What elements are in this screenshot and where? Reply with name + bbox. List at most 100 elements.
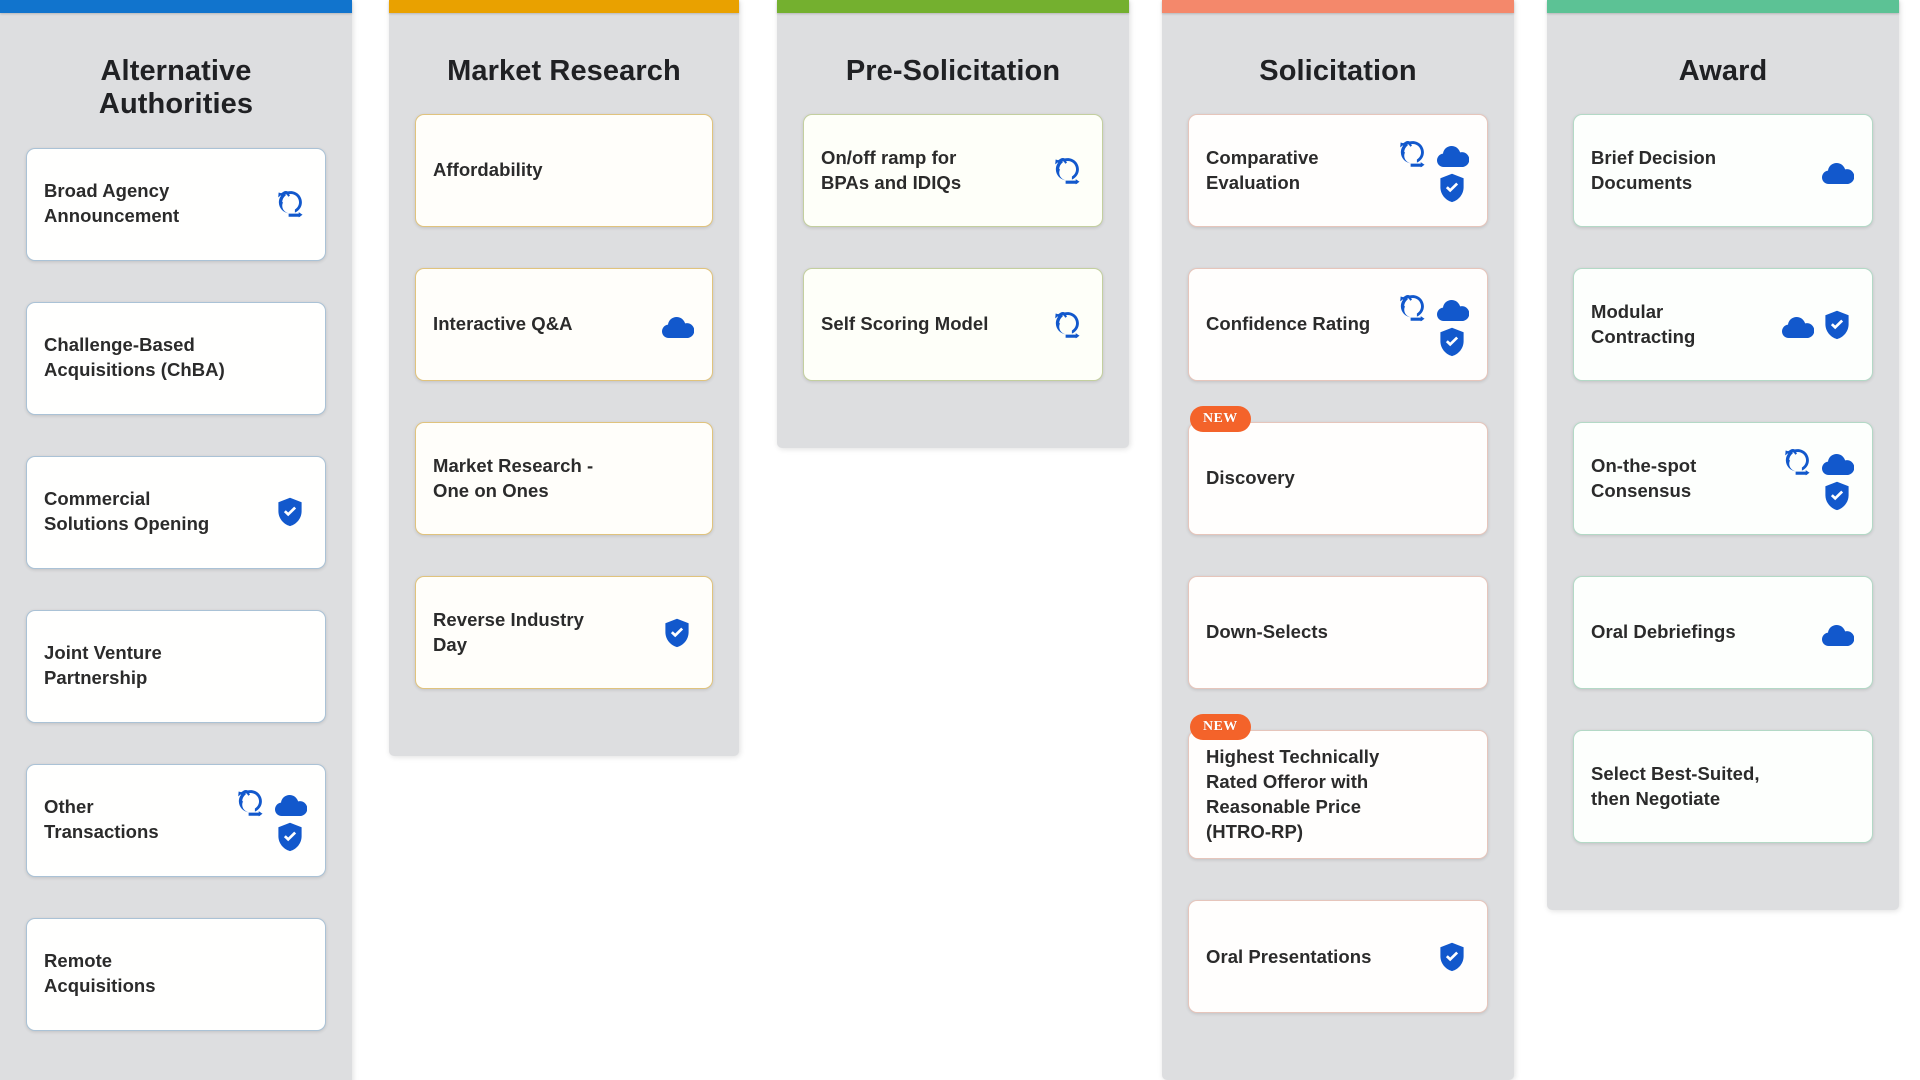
card-wrapper: Comparative Evaluation bbox=[1188, 114, 1488, 228]
card-wrapper: Down-Selects bbox=[1188, 576, 1488, 690]
practice-card[interactable]: Market Research - One on Ones bbox=[415, 422, 713, 536]
practice-card[interactable]: Confidence Rating bbox=[1188, 268, 1488, 382]
cloud-icon bbox=[1437, 299, 1469, 321]
practice-card-icons bbox=[660, 618, 694, 648]
card-wrapper: On-the-spot Consensus bbox=[1573, 422, 1873, 536]
column-accent-bar bbox=[777, 0, 1129, 13]
practice-card-icons bbox=[1381, 139, 1469, 203]
practice-card[interactable]: Broad Agency Announcement bbox=[26, 147, 326, 261]
card-wrapper: NEW Discovery bbox=[1188, 406, 1488, 536]
shield-check-icon bbox=[1820, 481, 1854, 511]
practice-card-title: Market Research - One on Ones bbox=[433, 455, 594, 501]
column-presol: Pre-Solicitation On/off ramp for BPAs and… bbox=[777, 0, 1129, 449]
practice-card-title: Other Transactions bbox=[44, 796, 159, 843]
practice-card-title: Brief Decision Documents bbox=[1591, 147, 1717, 193]
cloud-icon bbox=[275, 795, 307, 817]
practice-card[interactable]: On/off ramp for BPAs and IDIQs bbox=[803, 114, 1103, 228]
practice-card[interactable]: Brief Decision Documents bbox=[1573, 114, 1873, 228]
practice-card-title: Self Scoring Model bbox=[821, 313, 989, 335]
shield-check-icon bbox=[1435, 942, 1469, 972]
shield-check-icon bbox=[278, 497, 302, 527]
practice-card[interactable]: Modular Contracting bbox=[1573, 268, 1873, 382]
card-wrapper: Other Transactions bbox=[26, 763, 326, 877]
cloud-icon bbox=[1820, 447, 1854, 477]
shield-check-icon bbox=[273, 497, 307, 527]
column-award: Award Brief Decision Documents Modular Co… bbox=[1547, 0, 1899, 911]
practice-card[interactable]: Discovery bbox=[1188, 422, 1488, 536]
cycle-arrow-icon bbox=[233, 788, 267, 818]
card-list: Broad Agency Announcement Challenge-Base… bbox=[0, 147, 352, 1072]
card-wrapper: Brief Decision Documents bbox=[1573, 114, 1873, 228]
column-title: Solicitation bbox=[1259, 55, 1417, 87]
practice-card-title: Oral Presentations bbox=[1206, 945, 1372, 967]
practice-card-title: Affordability bbox=[433, 159, 543, 181]
practice-card-title: Reverse Industry Day bbox=[433, 609, 584, 655]
practice-card-title: On-the-spot Consensus bbox=[1591, 455, 1697, 501]
practice-card-icons bbox=[660, 310, 694, 340]
column-accent-bar bbox=[1547, 0, 1899, 13]
card-list: Brief Decision Documents Modular Contrac… bbox=[1547, 114, 1899, 884]
column-alt: Alternative Authorities Broad Agency Anno… bbox=[0, 0, 352, 1080]
practice-card-title: Confidence Rating bbox=[1206, 313, 1371, 335]
practice-card-title: Challenge-Based Acquisitions (ChBA) bbox=[44, 334, 225, 381]
practice-card[interactable]: Remote Acquisitions bbox=[26, 917, 326, 1031]
practice-card-title: Broad Agency Announcement bbox=[44, 180, 180, 227]
practice-card[interactable]: On-the-spot Consensus bbox=[1573, 422, 1873, 536]
shield-check-icon bbox=[1440, 173, 1464, 202]
cloud-icon bbox=[1820, 156, 1854, 186]
cycle-arrow-icon bbox=[1400, 140, 1425, 168]
practice-card-icons bbox=[1820, 618, 1854, 648]
practice-card[interactable]: Oral Debriefings bbox=[1573, 576, 1873, 690]
practice-card[interactable]: Interactive Q&A bbox=[415, 268, 713, 382]
cycle-arrow-icon bbox=[1055, 311, 1080, 339]
new-badge: NEW bbox=[1190, 406, 1251, 433]
cloud-icon bbox=[273, 788, 307, 818]
card-wrapper: Remote Acquisitions bbox=[26, 917, 326, 1031]
practice-card-icons bbox=[1381, 293, 1469, 357]
shield-check-icon bbox=[1825, 310, 1849, 339]
practice-card-icons bbox=[1820, 156, 1854, 186]
cloud-icon bbox=[1435, 139, 1469, 169]
cloud-icon bbox=[660, 310, 694, 340]
column-accent-bar bbox=[1162, 0, 1514, 13]
shield-check-icon bbox=[660, 618, 694, 648]
practice-card[interactable]: Challenge-Based Acquisitions (ChBA) bbox=[26, 301, 326, 415]
practice-card[interactable]: Highest Technically Rated Offeror with R… bbox=[1188, 730, 1488, 860]
cycle-arrow-icon bbox=[238, 790, 263, 817]
practice-card[interactable]: Down-Selects bbox=[1188, 576, 1488, 690]
card-wrapper: On/off ramp for BPAs and IDIQs bbox=[803, 114, 1103, 228]
practice-card[interactable]: Comparative Evaluation bbox=[1188, 114, 1488, 228]
practice-card-icons bbox=[1050, 156, 1084, 186]
shield-check-icon bbox=[1440, 327, 1464, 356]
cloud-icon bbox=[1822, 624, 1854, 646]
card-wrapper: Broad Agency Announcement bbox=[26, 147, 326, 261]
practice-card-title: Interactive Q&A bbox=[433, 313, 573, 335]
cloud-icon bbox=[662, 316, 694, 338]
cycle-arrow-icon bbox=[273, 189, 307, 219]
practice-card[interactable]: Other Transactions bbox=[26, 763, 326, 877]
cycle-arrow-icon bbox=[1050, 156, 1084, 186]
card-wrapper: NEW Highest Technically Rated Offeror wit… bbox=[1188, 714, 1488, 860]
practice-card-icons bbox=[1780, 310, 1854, 340]
column-title: Alternative Authorities bbox=[98, 55, 254, 121]
practice-card[interactable]: Joint Venture Partnership bbox=[26, 609, 326, 723]
practice-card-title: Commercial Solutions Opening bbox=[44, 488, 210, 535]
practice-card[interactable]: Commercial Solutions Opening bbox=[26, 455, 326, 569]
cycle-arrow-icon bbox=[278, 191, 303, 218]
practice-card[interactable]: Self Scoring Model bbox=[803, 268, 1103, 382]
practice-card[interactable]: Reverse Industry Day bbox=[415, 576, 713, 690]
practice-card-title: Discovery bbox=[1206, 467, 1295, 489]
practice-card[interactable]: Affordability bbox=[415, 114, 713, 228]
practice-card[interactable]: Select Best-Suited, then Negotiate bbox=[1573, 730, 1873, 844]
cloud-icon bbox=[1822, 453, 1854, 475]
new-badge: NEW bbox=[1190, 714, 1251, 741]
practice-card-icons bbox=[1435, 942, 1469, 972]
cloud-icon bbox=[1820, 618, 1854, 648]
practice-card[interactable]: Oral Presentations bbox=[1188, 900, 1488, 1014]
cycle-arrow-icon bbox=[1780, 447, 1814, 477]
cycle-arrow-icon bbox=[1395, 293, 1429, 323]
column-accent-bar bbox=[0, 0, 352, 13]
card-wrapper: Joint Venture Partnership bbox=[26, 609, 326, 723]
card-wrapper: Interactive Q&A bbox=[415, 268, 713, 382]
card-wrapper: Oral Presentations bbox=[1188, 900, 1488, 1014]
